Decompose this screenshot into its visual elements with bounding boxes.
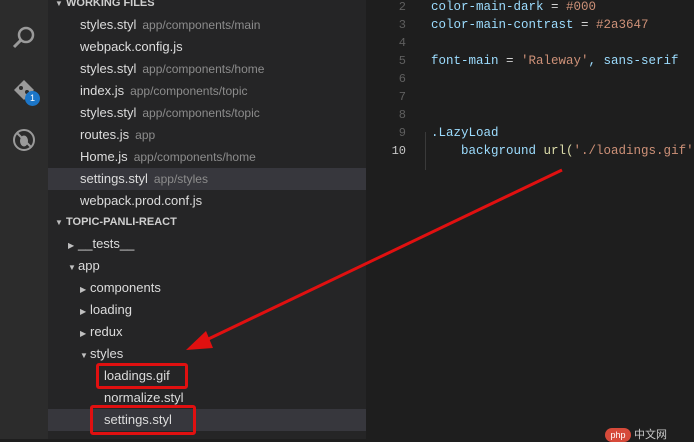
working-file[interactable]: styles.styl app/components/main bbox=[48, 14, 366, 36]
line-number-current: 10 bbox=[391, 144, 406, 158]
watermark: php 中文网 bbox=[605, 426, 667, 442]
git-badge: 1 bbox=[25, 91, 40, 106]
annotation-box-loadings bbox=[96, 363, 188, 389]
chevron-down-icon: ▼ bbox=[55, 218, 63, 227]
chevron-right-icon: ▶ bbox=[80, 329, 87, 338]
working-file[interactable]: webpack.config.js bbox=[48, 36, 366, 58]
line-number: 2 bbox=[398, 0, 406, 14]
tree-folder-tests[interactable]: ▶ __tests__ bbox=[48, 233, 366, 255]
working-file[interactable]: styles.styl app/components/home bbox=[48, 58, 366, 80]
working-files-header[interactable]: ▼ WORKING FILES bbox=[48, 0, 366, 14]
chevron-right-icon: ▶ bbox=[80, 285, 87, 294]
working-file[interactable]: routes.js app bbox=[48, 124, 366, 146]
code-line: color-main-dark = #000 bbox=[431, 0, 597, 14]
tree-folder-app[interactable]: ▼ app bbox=[48, 255, 366, 277]
tree-folder-styles[interactable]: ▼ styles bbox=[48, 343, 366, 365]
line-number: 8 bbox=[398, 108, 406, 122]
debug-icon[interactable] bbox=[10, 126, 38, 154]
line-number: 6 bbox=[398, 72, 406, 86]
working-file[interactable]: styles.styl app/components/topic bbox=[48, 102, 366, 124]
working-file[interactable]: index.js app/components/topic bbox=[48, 80, 366, 102]
code-line-current: background url('./loadings.gif') bbox=[461, 144, 694, 158]
line-number: 3 bbox=[398, 18, 406, 32]
indent-guide bbox=[425, 132, 426, 170]
line-number: 5 bbox=[398, 54, 406, 68]
chevron-right-icon: ▶ bbox=[80, 307, 87, 316]
tree-folder-components[interactable]: ▶ components bbox=[48, 277, 366, 299]
code-line: .LazyLoad bbox=[431, 126, 499, 140]
line-number: 9 bbox=[398, 126, 406, 140]
annotation-box-settings bbox=[90, 405, 196, 435]
chevron-right-icon: ▶ bbox=[68, 241, 75, 250]
working-file-selected[interactable]: settings.styl app/styles bbox=[48, 168, 366, 190]
line-number: 7 bbox=[398, 90, 406, 104]
activity-bar bbox=[0, 0, 48, 439]
chevron-down-icon: ▼ bbox=[80, 351, 88, 360]
working-file[interactable]: webpack.prod.conf.js bbox=[48, 190, 366, 212]
chevron-down-icon: ▼ bbox=[68, 263, 76, 272]
line-number: 4 bbox=[398, 36, 406, 50]
project-header[interactable]: ▼ TOPIC-PANLI-REACT bbox=[48, 211, 366, 233]
code-line: color-main-contrast = #2a3647 bbox=[431, 18, 649, 32]
working-file[interactable]: Home.js app/components/home bbox=[48, 146, 366, 168]
tree-folder-redux[interactable]: ▶ redux bbox=[48, 321, 366, 343]
tree-folder-loading[interactable]: ▶ loading bbox=[48, 299, 366, 321]
chevron-down-icon: ▼ bbox=[55, 0, 63, 8]
search-icon[interactable] bbox=[10, 24, 38, 52]
code-line: font-main = 'Raleway', sans-serif bbox=[431, 54, 679, 68]
